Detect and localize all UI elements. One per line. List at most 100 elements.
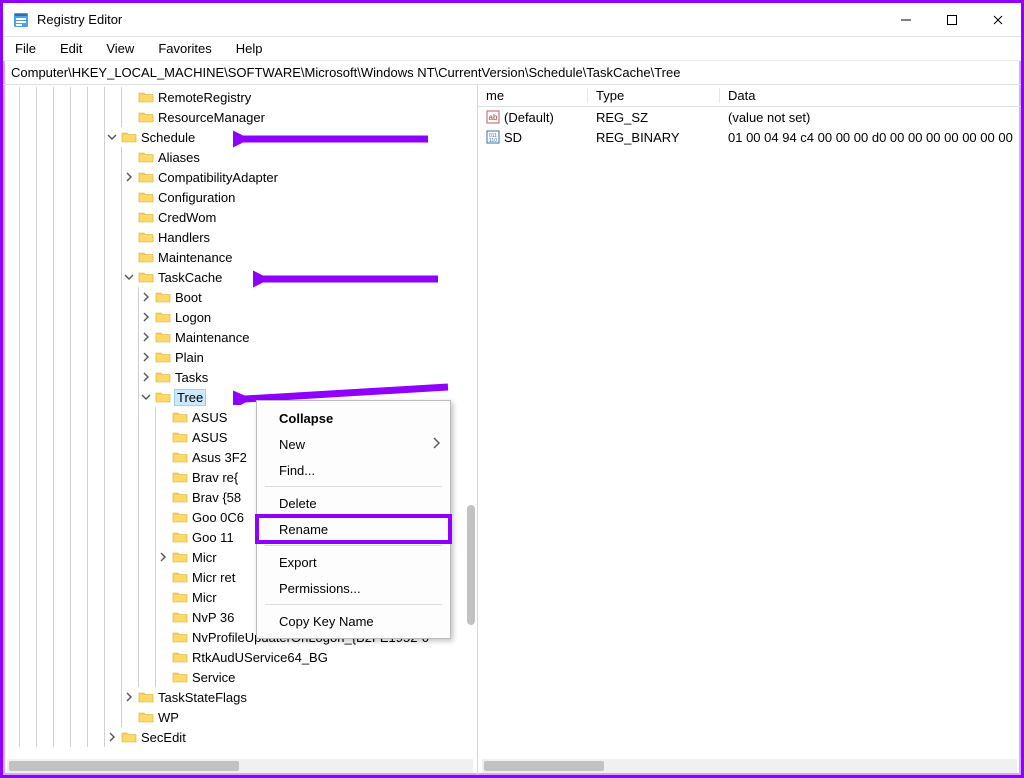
chevron-right-icon[interactable] [139, 330, 153, 344]
cm-find[interactable]: Find... [257, 457, 450, 483]
reg-string-icon: ab [486, 110, 500, 124]
titlebar: Registry Editor [3, 3, 1021, 37]
col-header-data[interactable]: Data [720, 88, 1021, 103]
svg-text:ab: ab [489, 113, 498, 122]
submenu-arrow-icon [432, 437, 440, 452]
chevron-right-icon[interactable] [156, 550, 170, 564]
values-rows: ab(Default)REG_SZ(value not set)011110SD… [478, 107, 1021, 147]
value-row[interactable]: 011110SDREG_BINARY01 00 04 94 c4 00 00 0… [478, 127, 1021, 147]
cm-separator [265, 545, 442, 546]
tree-item-label: Logon [175, 310, 211, 325]
tree-item-label: Asus 3F2 [192, 450, 247, 465]
tree-item[interactable]: Schedule [3, 127, 477, 147]
tree-item[interactable]: Aliases [3, 147, 477, 167]
tree-item[interactable]: CompatibilityAdapter [3, 167, 477, 187]
folder-icon [138, 150, 154, 164]
menu-file[interactable]: File [9, 39, 42, 58]
window-title: Registry Editor [37, 12, 122, 27]
folder-icon [155, 350, 171, 364]
chevron-down-icon[interactable] [122, 270, 136, 284]
cm-copy-key-name[interactable]: Copy Key Name [257, 608, 450, 634]
menu-help[interactable]: Help [230, 39, 269, 58]
folder-icon [155, 330, 171, 344]
menu-view[interactable]: View [100, 39, 140, 58]
cm-rename[interactable]: Rename [257, 516, 450, 542]
chevron-right-icon[interactable] [122, 170, 136, 184]
content-area: RemoteRegistry ResourceManager Schedule Ali… [3, 85, 1021, 775]
chevron-right-icon[interactable] [139, 310, 153, 324]
chevron-right-icon[interactable] [139, 350, 153, 364]
chevron-down-icon[interactable] [139, 390, 153, 404]
tree-item[interactable]: Maintenance [3, 247, 477, 267]
tree-item[interactable]: Plain [3, 347, 477, 367]
folder-icon [172, 550, 188, 564]
folder-icon [138, 170, 154, 184]
folder-icon [138, 690, 154, 704]
chevron-right-icon[interactable] [105, 730, 119, 744]
values-horizontal-scrollbar[interactable] [482, 759, 1017, 773]
cm-separator [265, 486, 442, 487]
col-header-type[interactable]: Type [588, 88, 720, 103]
cm-collapse[interactable]: Collapse [257, 405, 450, 431]
tree-item[interactable]: Tasks [3, 367, 477, 387]
tree-vertical-scrollbar[interactable] [467, 505, 475, 625]
tree-item[interactable]: SecEdit [3, 727, 477, 747]
window-frame: Registry Editor File Edit View Favorites… [0, 0, 1024, 778]
cm-permissions[interactable]: Permissions... [257, 575, 450, 601]
minimize-button[interactable] [883, 3, 929, 36]
tree-item-label: Maintenance [158, 250, 232, 265]
address-bar[interactable]: Computer\HKEY_LOCAL_MACHINE\SOFTWARE\Mic… [3, 61, 1021, 85]
chevron-down-icon[interactable] [105, 130, 119, 144]
window-controls [883, 3, 1021, 36]
tree-item[interactable]: RtkAudUService64_BG [3, 647, 477, 667]
tree-item-label: RemoteRegistry [158, 90, 251, 105]
tree-item-label: TaskStateFlags [158, 690, 247, 705]
tree-item[interactable]: Maintenance [3, 327, 477, 347]
tree-item-label: Goo 11 [192, 530, 234, 545]
tree-item-label: Brav {58 [192, 490, 241, 505]
tree-item-label: Maintenance [175, 330, 249, 345]
folder-icon [172, 650, 188, 664]
menu-edit[interactable]: Edit [54, 39, 88, 58]
chevron-right-icon[interactable] [139, 290, 153, 304]
tree-item[interactable]: ResourceManager [3, 107, 477, 127]
cm-separator [265, 604, 442, 605]
chevron-right-icon[interactable] [139, 370, 153, 384]
folder-icon [172, 670, 188, 684]
tree-item-label: WP [158, 710, 179, 725]
tree-item[interactable]: RemoteRegistry [3, 87, 477, 107]
tree-item[interactable]: Logon [3, 307, 477, 327]
tree-item[interactable]: Handlers [3, 227, 477, 247]
tree-item[interactable]: Service [3, 667, 477, 687]
value-row[interactable]: ab(Default)REG_SZ(value not set) [478, 107, 1021, 127]
tree-item[interactable]: Boot [3, 287, 477, 307]
tree-item-label: Service [192, 670, 235, 685]
tree-item-label: Micr [192, 550, 217, 565]
value-name-cell: 011110SD [478, 130, 588, 145]
close-button[interactable] [975, 3, 1021, 36]
menu-favorites[interactable]: Favorites [152, 39, 217, 58]
tree-item-label: TaskCache [158, 270, 222, 285]
folder-icon [172, 530, 188, 544]
cm-new[interactable]: New [257, 431, 450, 457]
value-data-cell: 01 00 04 94 c4 00 00 00 d0 00 00 00 00 0… [720, 130, 1021, 145]
reg-binary-icon: 011110 [486, 130, 500, 144]
tree-item-label: RtkAudUService64_BG [192, 650, 328, 665]
tree-item[interactable]: TaskCache [3, 267, 477, 287]
tree-item-label: Micr ret [192, 570, 235, 585]
tree-item[interactable]: TaskStateFlags [3, 687, 477, 707]
value-data-cell: (value not set) [720, 110, 1021, 125]
folder-icon [138, 250, 154, 264]
tree-item-label: ASUS [192, 410, 227, 425]
maximize-button[interactable] [929, 3, 975, 36]
col-header-name[interactable]: me [478, 88, 588, 103]
tree-item-label: Schedule [141, 130, 195, 145]
cm-delete[interactable]: Delete [257, 490, 450, 516]
tree-item[interactable]: Configuration [3, 187, 477, 207]
cm-export[interactable]: Export [257, 549, 450, 575]
tree-item[interactable]: CredWom [3, 207, 477, 227]
tree-item-label: ResourceManager [158, 110, 265, 125]
chevron-right-icon[interactable] [122, 690, 136, 704]
tree-horizontal-scrollbar[interactable] [7, 759, 473, 773]
tree-item[interactable]: WP [3, 707, 477, 727]
